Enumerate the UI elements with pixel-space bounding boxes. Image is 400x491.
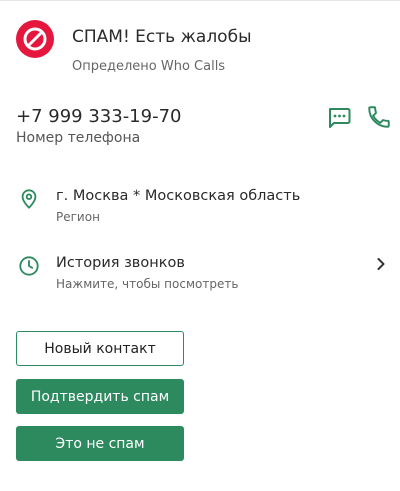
- call-history-title: История звонков: [56, 255, 185, 271]
- send-message-button[interactable]: [326, 104, 352, 130]
- spam-source-label: Определено Who Calls: [72, 59, 226, 74]
- block-icon: [16, 20, 54, 58]
- not-spam-button[interactable]: Это не спам: [16, 426, 184, 461]
- call-button[interactable]: [366, 104, 392, 130]
- caller-info-screen: СПАМ! Есть жалобы Определено Who Calls +…: [0, 0, 400, 491]
- location-pin-icon: [18, 188, 40, 210]
- phone-icon: [368, 106, 390, 128]
- region-label: Регион: [56, 210, 100, 224]
- region-value: г. Москва * Московская область: [56, 188, 301, 204]
- spam-title: СПАМ! Есть жалобы: [72, 27, 252, 47]
- message-icon: [329, 108, 351, 128]
- spam-warning-header: СПАМ! Есть жалобы Определено Who Calls: [0, 0, 400, 90]
- region-row: г. Москва * Московская область Регион: [0, 182, 400, 234]
- phone-number-label: Номер телефона: [16, 130, 141, 146]
- chevron-right-icon: [372, 255, 390, 273]
- clock-icon: [18, 255, 40, 277]
- phone-number-row: +7 999 333-19-70 Номер телефона: [0, 96, 400, 156]
- phone-number: +7 999 333-19-70: [16, 106, 182, 127]
- confirm-spam-button[interactable]: Подтвердить спам: [16, 379, 184, 414]
- call-history-row[interactable]: История звонков Нажмите, чтобы посмотрет…: [0, 249, 400, 301]
- call-history-hint: Нажмите, чтобы посмотреть: [56, 277, 239, 291]
- new-contact-button[interactable]: Новый контакт: [16, 331, 184, 366]
